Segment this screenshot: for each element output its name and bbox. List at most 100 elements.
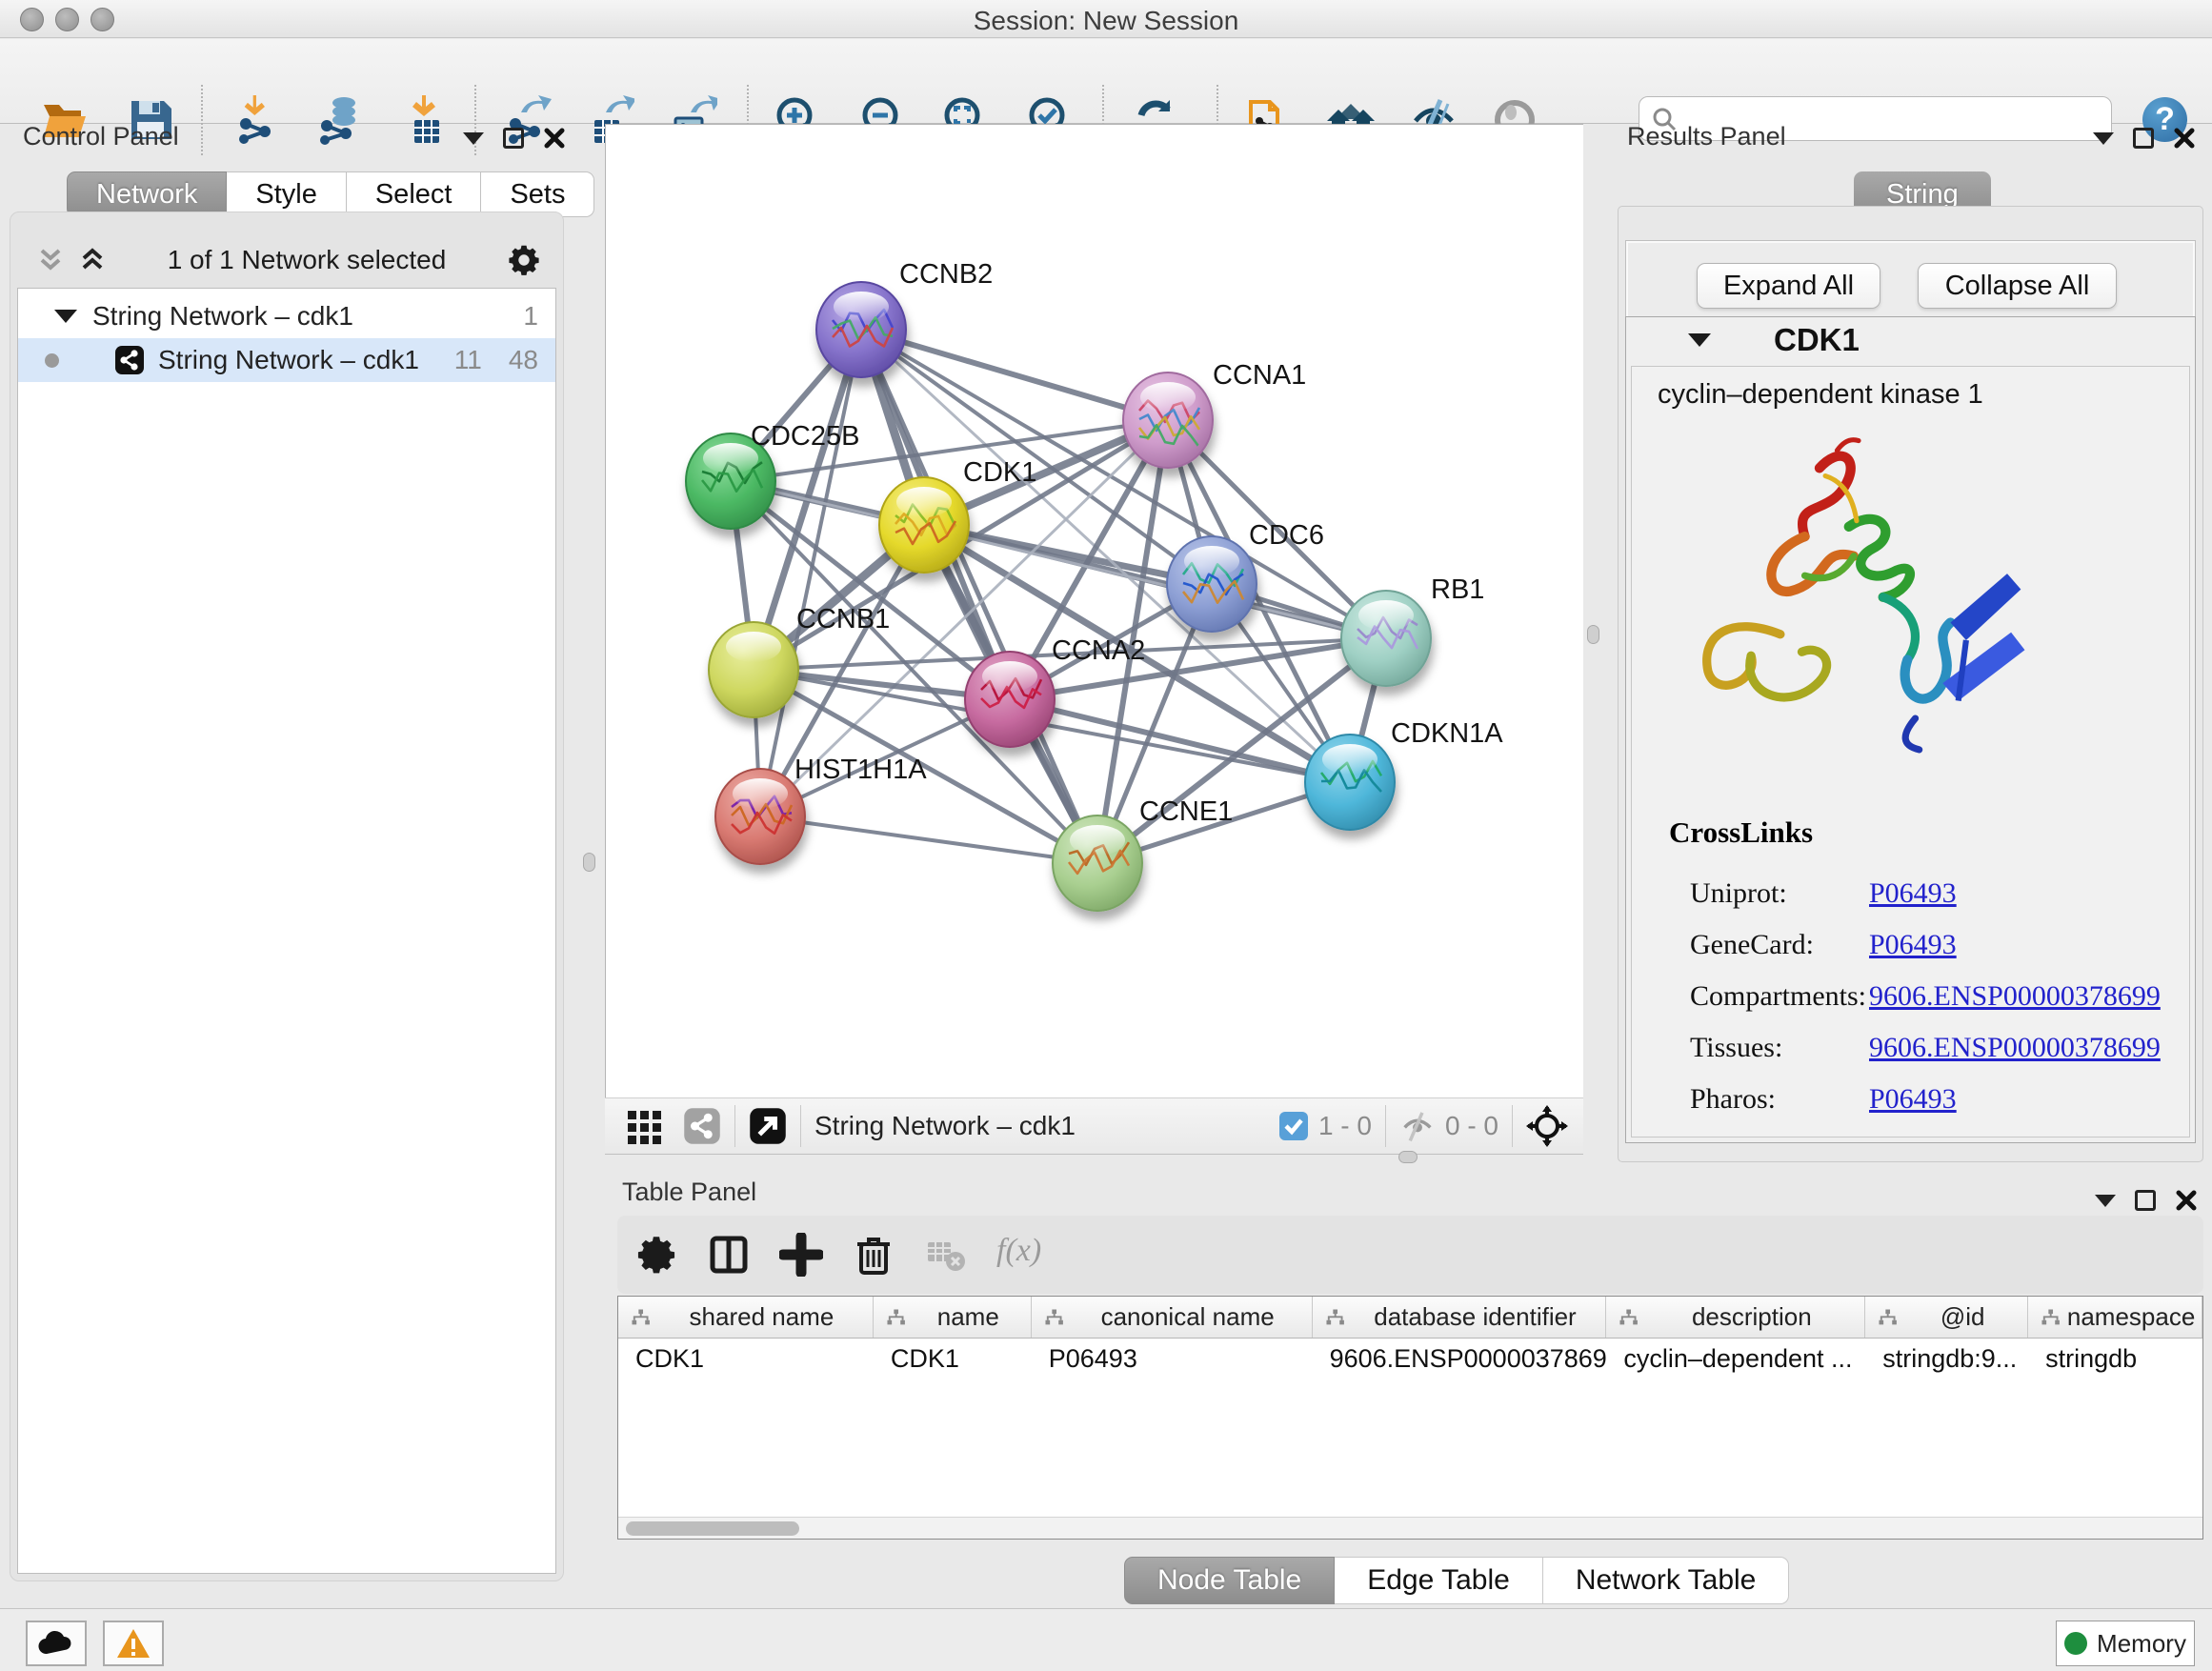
memory-button[interactable]: Memory — [2056, 1621, 2195, 1666]
toolbar-separator — [201, 85, 203, 155]
network-node-CDC6[interactable] — [1167, 536, 1257, 632]
table-horizontal-scrollbar[interactable] — [618, 1517, 2202, 1539]
table-cell[interactable]: CDK1 — [874, 1344, 1032, 1374]
column-header-shared-name[interactable]: shared name — [618, 1297, 874, 1338]
network-node-RB1[interactable] — [1341, 591, 1431, 686]
collapse-panel-icon[interactable] — [463, 132, 484, 145]
import-network-file-icon[interactable] — [230, 92, 285, 148]
network-graph[interactable]: CCNB2CCNA1CDC25BCDK1CDC6RB1CCNB1CCNA2CDK… — [606, 125, 1584, 1098]
status-bar: Memory — [0, 1608, 2212, 1671]
expand-all-button[interactable]: Expand All — [1697, 263, 1880, 309]
table-tab-node-table[interactable]: Node Table — [1124, 1557, 1335, 1604]
warning-status-button[interactable] — [103, 1621, 164, 1666]
toolbar-separator — [734, 1105, 735, 1147]
table-panel-title: Table Panel — [622, 1178, 756, 1207]
table-tabs: Node TableEdge TableNetwork Table — [1124, 1557, 1789, 1604]
tab-select[interactable]: Select — [347, 171, 482, 217]
collapse-panel-icon[interactable] — [2093, 132, 2114, 145]
import-table-icon[interactable] — [398, 92, 453, 148]
fit-selected-crosshair-icon[interactable] — [1526, 1105, 1568, 1147]
tab-sets[interactable]: Sets — [481, 171, 594, 217]
show-columns-icon[interactable] — [703, 1229, 754, 1280]
column-header-namespace[interactable]: namespace — [2028, 1297, 2202, 1338]
table-panel-chrome — [2095, 1189, 2198, 1212]
network-node-CCNE1[interactable] — [1053, 815, 1142, 911]
network-node-CCNA2[interactable] — [965, 652, 1055, 747]
tree-expander-icon[interactable] — [54, 310, 77, 323]
crosslink-link[interactable]: P06493 — [1869, 929, 1957, 961]
gene-description: cyclin–dependent kinase 1 — [1658, 379, 1983, 411]
network-row-selected[interactable]: String Network – cdk1 11 48 — [18, 338, 555, 382]
crosslink-label: Tissues: — [1690, 1032, 1869, 1064]
tab-style[interactable]: Style — [227, 171, 346, 217]
table-options-gear-icon[interactable] — [631, 1229, 682, 1280]
network-node-CCNB1[interactable] — [709, 622, 798, 717]
open-in-window-icon[interactable] — [749, 1107, 787, 1145]
crosslink-link[interactable]: P06493 — [1869, 1083, 1957, 1116]
network-node-CCNB2[interactable] — [816, 282, 906, 377]
expand-all-icon[interactable] — [78, 247, 107, 273]
float-panel-icon[interactable] — [2135, 1190, 2156, 1211]
warning-icon — [115, 1627, 151, 1660]
table-tab-network-table[interactable]: Network Table — [1543, 1557, 1790, 1604]
table-cell[interactable]: P06493 — [1032, 1344, 1313, 1374]
table-cell[interactable]: cyclin–dependent ... — [1606, 1344, 1865, 1374]
collapse-all-icon[interactable] — [36, 247, 65, 273]
column-tree-icon — [1618, 1307, 1639, 1328]
tab-network[interactable]: Network — [67, 171, 227, 217]
table-cell[interactable]: 9606.ENSP00000378699 — [1313, 1344, 1607, 1374]
close-panel-icon[interactable] — [2175, 1189, 2198, 1212]
options-gear-icon[interactable] — [507, 243, 541, 277]
column-header-name[interactable]: name — [874, 1297, 1032, 1338]
network-node-CDK1[interactable] — [879, 477, 969, 573]
birds-eye-grid-icon[interactable] — [626, 1107, 664, 1145]
column-header-canonical-name[interactable]: canonical name — [1032, 1297, 1313, 1338]
float-panel-icon[interactable] — [2133, 128, 2154, 149]
crosslink-label: Uniprot: — [1690, 877, 1869, 910]
close-panel-icon[interactable] — [2173, 127, 2196, 150]
crosslink-row: Pharos:P06493 — [1690, 1074, 2185, 1125]
table-cell[interactable]: stringdb — [2028, 1344, 2202, 1374]
scrollbar-thumb[interactable] — [626, 1521, 799, 1536]
network-node-CDKN1A[interactable] — [1305, 735, 1395, 830]
column-header-description[interactable]: description — [1606, 1297, 1865, 1338]
table-cell[interactable]: stringdb:9... — [1865, 1344, 2028, 1374]
function-builder-button: f(x) — [996, 1233, 1041, 1269]
cloud-icon — [37, 1629, 75, 1658]
crosslink-link[interactable]: 9606.ENSP00000378699 — [1869, 1032, 2161, 1064]
crosslinks-heading: CrossLinks — [1669, 815, 1813, 850]
bottom-splitter-handle[interactable] — [1398, 1151, 1418, 1163]
toolbar-separator — [1385, 1105, 1386, 1147]
control-panel-chrome — [463, 127, 566, 150]
section-expander-icon[interactable] — [1688, 333, 1711, 347]
selected-checkbox-icon[interactable] — [1278, 1111, 1309, 1141]
table-tab-edge-table[interactable]: Edge Table — [1335, 1557, 1543, 1604]
column-header--id[interactable]: @id — [1865, 1297, 2028, 1338]
add-column-icon[interactable] — [775, 1229, 827, 1280]
column-header-database-identifier[interactable]: database identifier — [1313, 1297, 1607, 1338]
network-status-dot-icon — [45, 353, 59, 368]
table-cell[interactable]: CDK1 — [618, 1344, 874, 1374]
edge-count-badge: 48 — [509, 345, 538, 375]
gene-section-header[interactable]: CDK1 — [1625, 316, 2196, 364]
float-panel-icon[interactable] — [503, 128, 524, 149]
network-node-HIST1H1A[interactable] — [715, 769, 805, 864]
share-view-icon[interactable] — [683, 1107, 721, 1145]
import-network-database-icon[interactable] — [312, 92, 368, 148]
cloud-status-button[interactable] — [26, 1621, 87, 1666]
crosslink-link[interactable]: P06493 — [1869, 877, 1957, 910]
collapse-panel-icon[interactable] — [2095, 1195, 2116, 1207]
close-panel-icon[interactable] — [543, 127, 566, 150]
network-node-CCNA1[interactable] — [1123, 372, 1213, 468]
network-canvas[interactable]: CCNB2CCNA1CDC25BCDK1CDC6RB1CCNB1CCNA2CDK… — [605, 124, 1583, 1097]
right-splitter-handle[interactable] — [1587, 625, 1599, 644]
delete-column-trash-icon[interactable] — [848, 1229, 899, 1280]
crosslink-link[interactable]: 9606.ENSP00000378699 — [1869, 980, 2161, 1013]
hidden-count: 0 - 0 — [1445, 1111, 1498, 1141]
collapse-all-button[interactable]: Collapse All — [1918, 263, 2117, 309]
table-header-row: shared namenamecanonical namedatabase id… — [618, 1297, 2202, 1339]
network-collection-row[interactable]: String Network – cdk1 1 — [18, 294, 555, 338]
node-table[interactable]: shared namenamecanonical namedatabase id… — [617, 1296, 2203, 1540]
table-row[interactable]: CDK1CDK1P064939606.ENSP00000378699cyclin… — [618, 1339, 2202, 1379]
left-splitter-handle[interactable] — [583, 853, 595, 872]
